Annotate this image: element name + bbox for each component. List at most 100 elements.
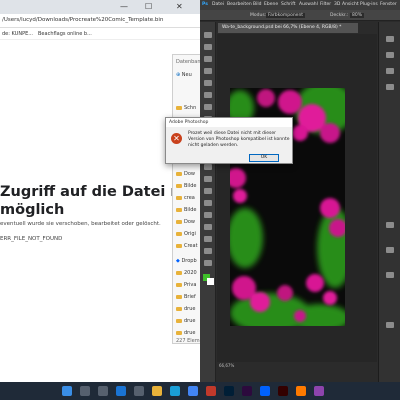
frame-tool-icon[interactable] xyxy=(204,92,212,98)
bookmarks-bar: de: KUNPE... Beachflags online b... xyxy=(0,28,200,40)
file-explorer-icon[interactable] xyxy=(152,386,162,396)
list-item[interactable]: Brief xyxy=(176,294,196,300)
error-icon: ✕ xyxy=(171,133,182,144)
menu-item[interactable]: Plug-ins xyxy=(360,2,378,7)
list-item[interactable]: crea xyxy=(176,195,195,201)
hand-tool-icon[interactable] xyxy=(204,260,212,266)
folder-icon xyxy=(176,183,182,188)
address-bar[interactable]: /Users/lucyd/Downloads/Procreate%20Comic… xyxy=(0,14,200,28)
options-bar: Modus: Farbkomponent Deckkr.: 80% xyxy=(200,10,400,21)
search-icon[interactable] xyxy=(80,386,90,396)
list-item[interactable]: Priva xyxy=(176,282,196,288)
list-item[interactable]: Creat xyxy=(176,243,198,249)
lasso-tool-icon[interactable] xyxy=(204,56,212,62)
panel-icon[interactable] xyxy=(386,36,394,42)
opacity-field[interactable]: 80% xyxy=(350,13,365,18)
list-item[interactable]: Schn xyxy=(176,105,196,111)
photoshop-icon[interactable] xyxy=(224,386,234,396)
menu-item[interactable]: Auswahl xyxy=(299,2,318,7)
chrome-icon[interactable] xyxy=(188,386,198,396)
address-text[interactable]: /Users/lucyd/Downloads/Procreate%20Comic… xyxy=(2,17,163,23)
folder-icon xyxy=(176,195,182,200)
dialog-message: Prozet weil diese Datei nicht mit dieser… xyxy=(188,131,290,148)
close-icon[interactable]: ✕ xyxy=(176,2,183,11)
panel-icon[interactable] xyxy=(386,84,394,90)
plus-icon: ⊕ xyxy=(176,72,181,78)
gradient-tool-icon[interactable] xyxy=(204,176,212,182)
premiere-icon[interactable] xyxy=(242,386,252,396)
menu-item[interactable]: Filter xyxy=(320,2,331,7)
menu-item[interactable]: Schrift xyxy=(281,2,296,7)
menu-item[interactable]: Bearbeiten xyxy=(227,2,252,7)
dropbox-icon[interactable] xyxy=(260,386,270,396)
folder-icon xyxy=(176,231,182,236)
app-icon[interactable] xyxy=(206,386,216,396)
move-tool-icon[interactable] xyxy=(204,32,212,38)
marquee-tool-icon[interactable] xyxy=(204,44,212,50)
dialog-title: Adobe Photoshop xyxy=(169,120,209,125)
taskbar xyxy=(0,382,400,400)
type-tool-icon[interactable] xyxy=(204,224,212,230)
folder-icon xyxy=(176,105,182,110)
list-item[interactable]: drue xyxy=(176,318,195,324)
app-icon[interactable] xyxy=(314,386,324,396)
menu-item[interactable]: Ebene xyxy=(264,2,278,7)
menu-item[interactable]: Ansicht xyxy=(342,2,359,7)
list-item[interactable]: Dow xyxy=(176,219,195,225)
mode-label: Modus: xyxy=(250,13,267,18)
ps-logo-icon[interactable]: Ps xyxy=(202,2,208,7)
shape-tool-icon[interactable] xyxy=(204,248,212,254)
app-icon[interactable] xyxy=(116,386,126,396)
crop-tool-icon[interactable] xyxy=(204,80,212,86)
menu-item[interactable]: Fenster xyxy=(380,2,397,7)
list-item[interactable]: Bilde xyxy=(176,183,196,189)
folder-icon xyxy=(176,294,182,299)
panel-icon[interactable] xyxy=(386,68,394,74)
blur-tool-icon[interactable] xyxy=(204,188,212,194)
list-item[interactable]: drue xyxy=(176,330,195,336)
tools-panel xyxy=(200,22,216,382)
status-bar: 66,67% xyxy=(217,362,378,370)
selection-tool-icon[interactable] xyxy=(204,68,212,74)
list-item[interactable]: Dow xyxy=(176,171,195,177)
dodge-tool-icon[interactable] xyxy=(204,200,212,206)
menu-item[interactable]: Bild xyxy=(253,2,261,7)
bookmark-item[interactable]: de: KUNPE... xyxy=(2,31,33,37)
minimize-icon[interactable]: — xyxy=(120,2,128,11)
document-tab[interactable]: Wa-te_background.psd bei 66,7% (Ebene 4,… xyxy=(218,23,358,33)
list-item[interactable]: 2020 xyxy=(176,270,197,276)
menu-item[interactable]: 3D xyxy=(334,2,340,7)
app-icon[interactable] xyxy=(134,386,144,396)
background-color-swatch[interactable] xyxy=(207,278,214,285)
panel-icon[interactable] xyxy=(386,272,394,278)
panel-icon[interactable] xyxy=(386,52,394,58)
dialog-titlebar: Adobe Photoshop xyxy=(166,118,292,127)
app-icon[interactable] xyxy=(170,386,180,396)
list-item[interactable]: ◆ Dropb xyxy=(176,258,197,264)
pen-tool-icon[interactable] xyxy=(204,212,212,218)
zoom-status[interactable]: 66,67% xyxy=(219,363,234,368)
app-icon[interactable] xyxy=(296,386,306,396)
browser-tab-bar: — ☐ ✕ xyxy=(0,0,200,14)
start-icon[interactable] xyxy=(62,386,72,396)
menu-bar: Ps Datei Bearbeiten Bild Ebene Schrift A… xyxy=(200,0,400,10)
list-item[interactable]: Bilde xyxy=(176,207,196,213)
list-item[interactable]: Origi xyxy=(176,231,196,237)
folder-icon xyxy=(176,306,182,311)
path-selection-tool-icon[interactable] xyxy=(204,236,212,242)
eraser-tool-icon[interactable] xyxy=(204,164,212,170)
ok-button[interactable]: OK xyxy=(249,154,279,162)
maximize-icon[interactable]: ☐ xyxy=(145,2,152,11)
mode-select[interactable]: Farbkomponent xyxy=(266,13,306,18)
new-button[interactable]: ⊕ Neu xyxy=(176,72,192,78)
menu-item[interactable]: Datei xyxy=(212,2,224,7)
task-view-icon[interactable] xyxy=(98,386,108,396)
bookmark-item[interactable]: Beachflags online b... xyxy=(38,31,92,37)
error-title: Zugriff auf die Datei nicht möglich xyxy=(0,184,200,218)
panel-icon[interactable] xyxy=(386,222,394,228)
illustrator-icon[interactable] xyxy=(278,386,288,396)
eyedropper-tool-icon[interactable] xyxy=(204,104,212,110)
panel-icon[interactable] xyxy=(386,322,394,328)
list-item[interactable]: drue xyxy=(176,306,195,312)
panel-icon[interactable] xyxy=(386,247,394,253)
